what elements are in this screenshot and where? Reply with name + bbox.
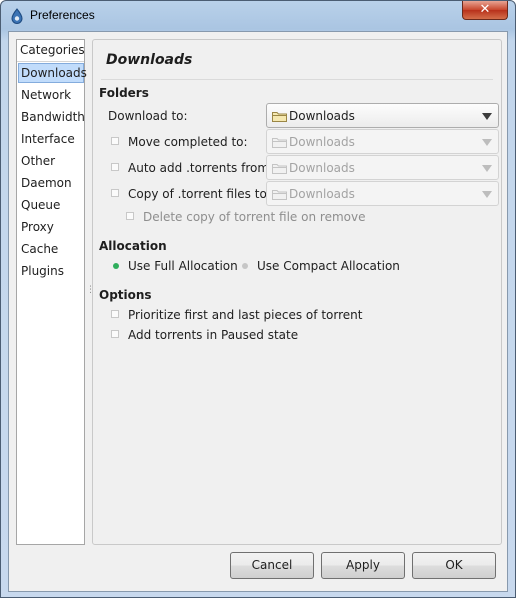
folder-icon — [272, 190, 287, 200]
move-completed-checkbox[interactable] — [111, 137, 119, 145]
chevron-down-icon — [482, 113, 492, 120]
paused-label: Add torrents in Paused state — [128, 328, 299, 342]
folder-icon — [272, 138, 287, 148]
category-cache[interactable]: Cache — [18, 239, 84, 259]
downloads-panel: Downloads Folders Download to: Downloads… — [92, 39, 502, 545]
full-allocation-label: Use Full Allocation — [128, 259, 238, 273]
category-downloads[interactable]: Downloads — [18, 63, 87, 83]
deluge-icon — [11, 8, 23, 24]
delete-copy-checkbox[interactable] — [126, 212, 134, 220]
chevron-down-icon — [482, 191, 492, 198]
copy-torrent-label: Copy of .torrent files to: — [128, 187, 271, 201]
categories-list[interactable]: Categories Downloads Network Bandwidth I… — [16, 39, 87, 545]
categories-divider — [17, 61, 84, 62]
auto-add-label: Auto add .torrents from: — [128, 161, 274, 175]
download-to-label: Download to: — [108, 109, 188, 123]
close-icon: ✕ — [479, 2, 491, 17]
allocation-heading: Allocation — [99, 239, 167, 253]
options-heading: Options — [99, 288, 152, 302]
preferences-window: Preferences ✕ Categories Downloads Netwo… — [0, 0, 516, 598]
folder-icon — [272, 164, 287, 174]
category-other[interactable]: Other — [18, 151, 84, 171]
paused-checkbox[interactable] — [111, 330, 119, 338]
move-completed-combo[interactable]: Downloads — [266, 129, 499, 154]
apply-button[interactable]: Apply — [321, 552, 405, 579]
compact-allocation-label: Use Compact Allocation — [257, 259, 400, 273]
category-proxy[interactable]: Proxy — [18, 217, 84, 237]
compact-allocation-radio[interactable] — [242, 263, 248, 269]
title-bar[interactable]: Preferences ✕ — [1, 1, 515, 31]
close-button[interactable]: ✕ — [462, 1, 508, 20]
dialog-body: Categories Downloads Network Bandwidth I… — [8, 31, 508, 592]
auto-add-checkbox[interactable] — [111, 163, 119, 171]
title-divider — [101, 79, 493, 80]
chevron-down-icon — [482, 139, 492, 146]
auto-add-value: Downloads — [289, 161, 355, 175]
category-plugins[interactable]: Plugins — [18, 261, 84, 281]
category-network[interactable]: Network — [18, 85, 84, 105]
delete-copy-label: Delete copy of torrent file on remove — [143, 210, 366, 224]
category-bandwidth[interactable]: Bandwidth — [18, 107, 85, 127]
copy-torrent-value: Downloads — [289, 187, 355, 201]
page-title: Downloads — [106, 52, 193, 68]
ok-button[interactable]: OK — [412, 552, 496, 579]
category-interface[interactable]: Interface — [18, 129, 84, 149]
download-to-value: Downloads — [289, 109, 355, 123]
category-daemon[interactable]: Daemon — [18, 173, 84, 193]
full-allocation-radio[interactable] — [113, 263, 119, 269]
folder-icon — [272, 112, 287, 122]
download-to-combo[interactable]: Downloads — [266, 103, 499, 128]
auto-add-combo[interactable]: Downloads — [266, 155, 499, 180]
move-completed-label: Move completed to: — [128, 135, 248, 149]
prioritize-label: Prioritize first and last pieces of torr… — [128, 308, 363, 322]
folders-heading: Folders — [99, 86, 149, 100]
cancel-button[interactable]: Cancel — [230, 552, 314, 579]
chevron-down-icon — [482, 165, 492, 172]
move-completed-value: Downloads — [289, 135, 355, 149]
window-title: Preferences — [30, 8, 95, 22]
copy-torrent-combo[interactable]: Downloads — [266, 181, 499, 206]
categories-header: Categories — [20, 43, 85, 57]
prioritize-checkbox[interactable] — [111, 310, 119, 318]
category-queue[interactable]: Queue — [18, 195, 84, 215]
copy-torrent-checkbox[interactable] — [111, 189, 119, 197]
